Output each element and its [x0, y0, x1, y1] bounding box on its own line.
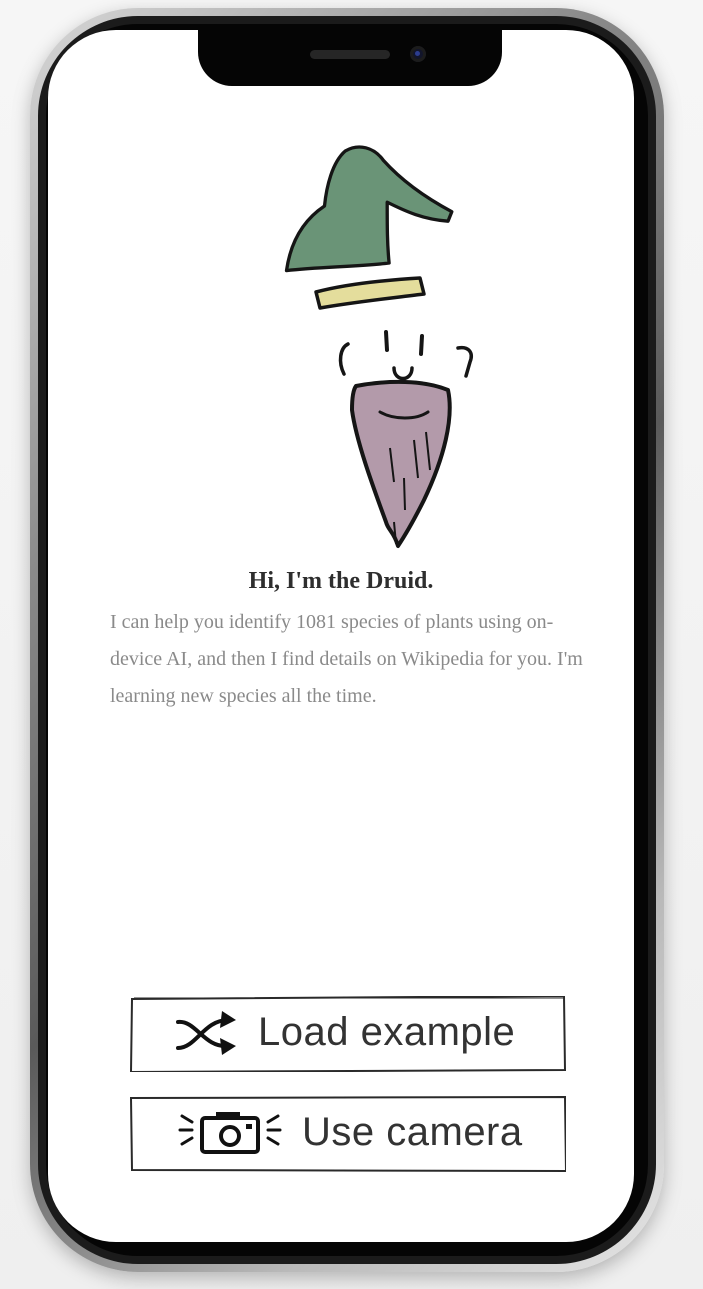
- druid-beard: [350, 379, 452, 548]
- app-screen: Hi, I'm the Druid. I can help you identi…: [48, 30, 634, 1242]
- front-camera: [410, 46, 426, 62]
- druid-hat: [284, 145, 454, 273]
- camera-icon: [178, 1112, 282, 1154]
- use-camera-button[interactable]: Use camera: [130, 1096, 566, 1172]
- druid-right-eye: [419, 334, 424, 356]
- greeting-description: I can help you identify 1081 species of …: [110, 611, 583, 707]
- druid-right-ear: [456, 345, 473, 378]
- notch: [198, 30, 502, 86]
- device-mockup: Hi, I'm the Druid. I can help you identi…: [0, 0, 703, 1289]
- druid-hat-brim: [314, 276, 426, 310]
- druid-left-eye: [384, 330, 389, 352]
- druid-illustration: [284, 145, 473, 548]
- druid-left-ear: [338, 342, 350, 376]
- use-camera-label: Use camera: [302, 1110, 523, 1154]
- shuffle-icon: [176, 1011, 236, 1055]
- load-example-button[interactable]: Load example: [130, 996, 566, 1072]
- earpiece-speaker: [310, 50, 390, 59]
- druid-nose: [392, 366, 414, 381]
- greeting-title: Hi, I'm the Druid.: [248, 568, 434, 594]
- load-example-label: Load example: [258, 1010, 516, 1054]
